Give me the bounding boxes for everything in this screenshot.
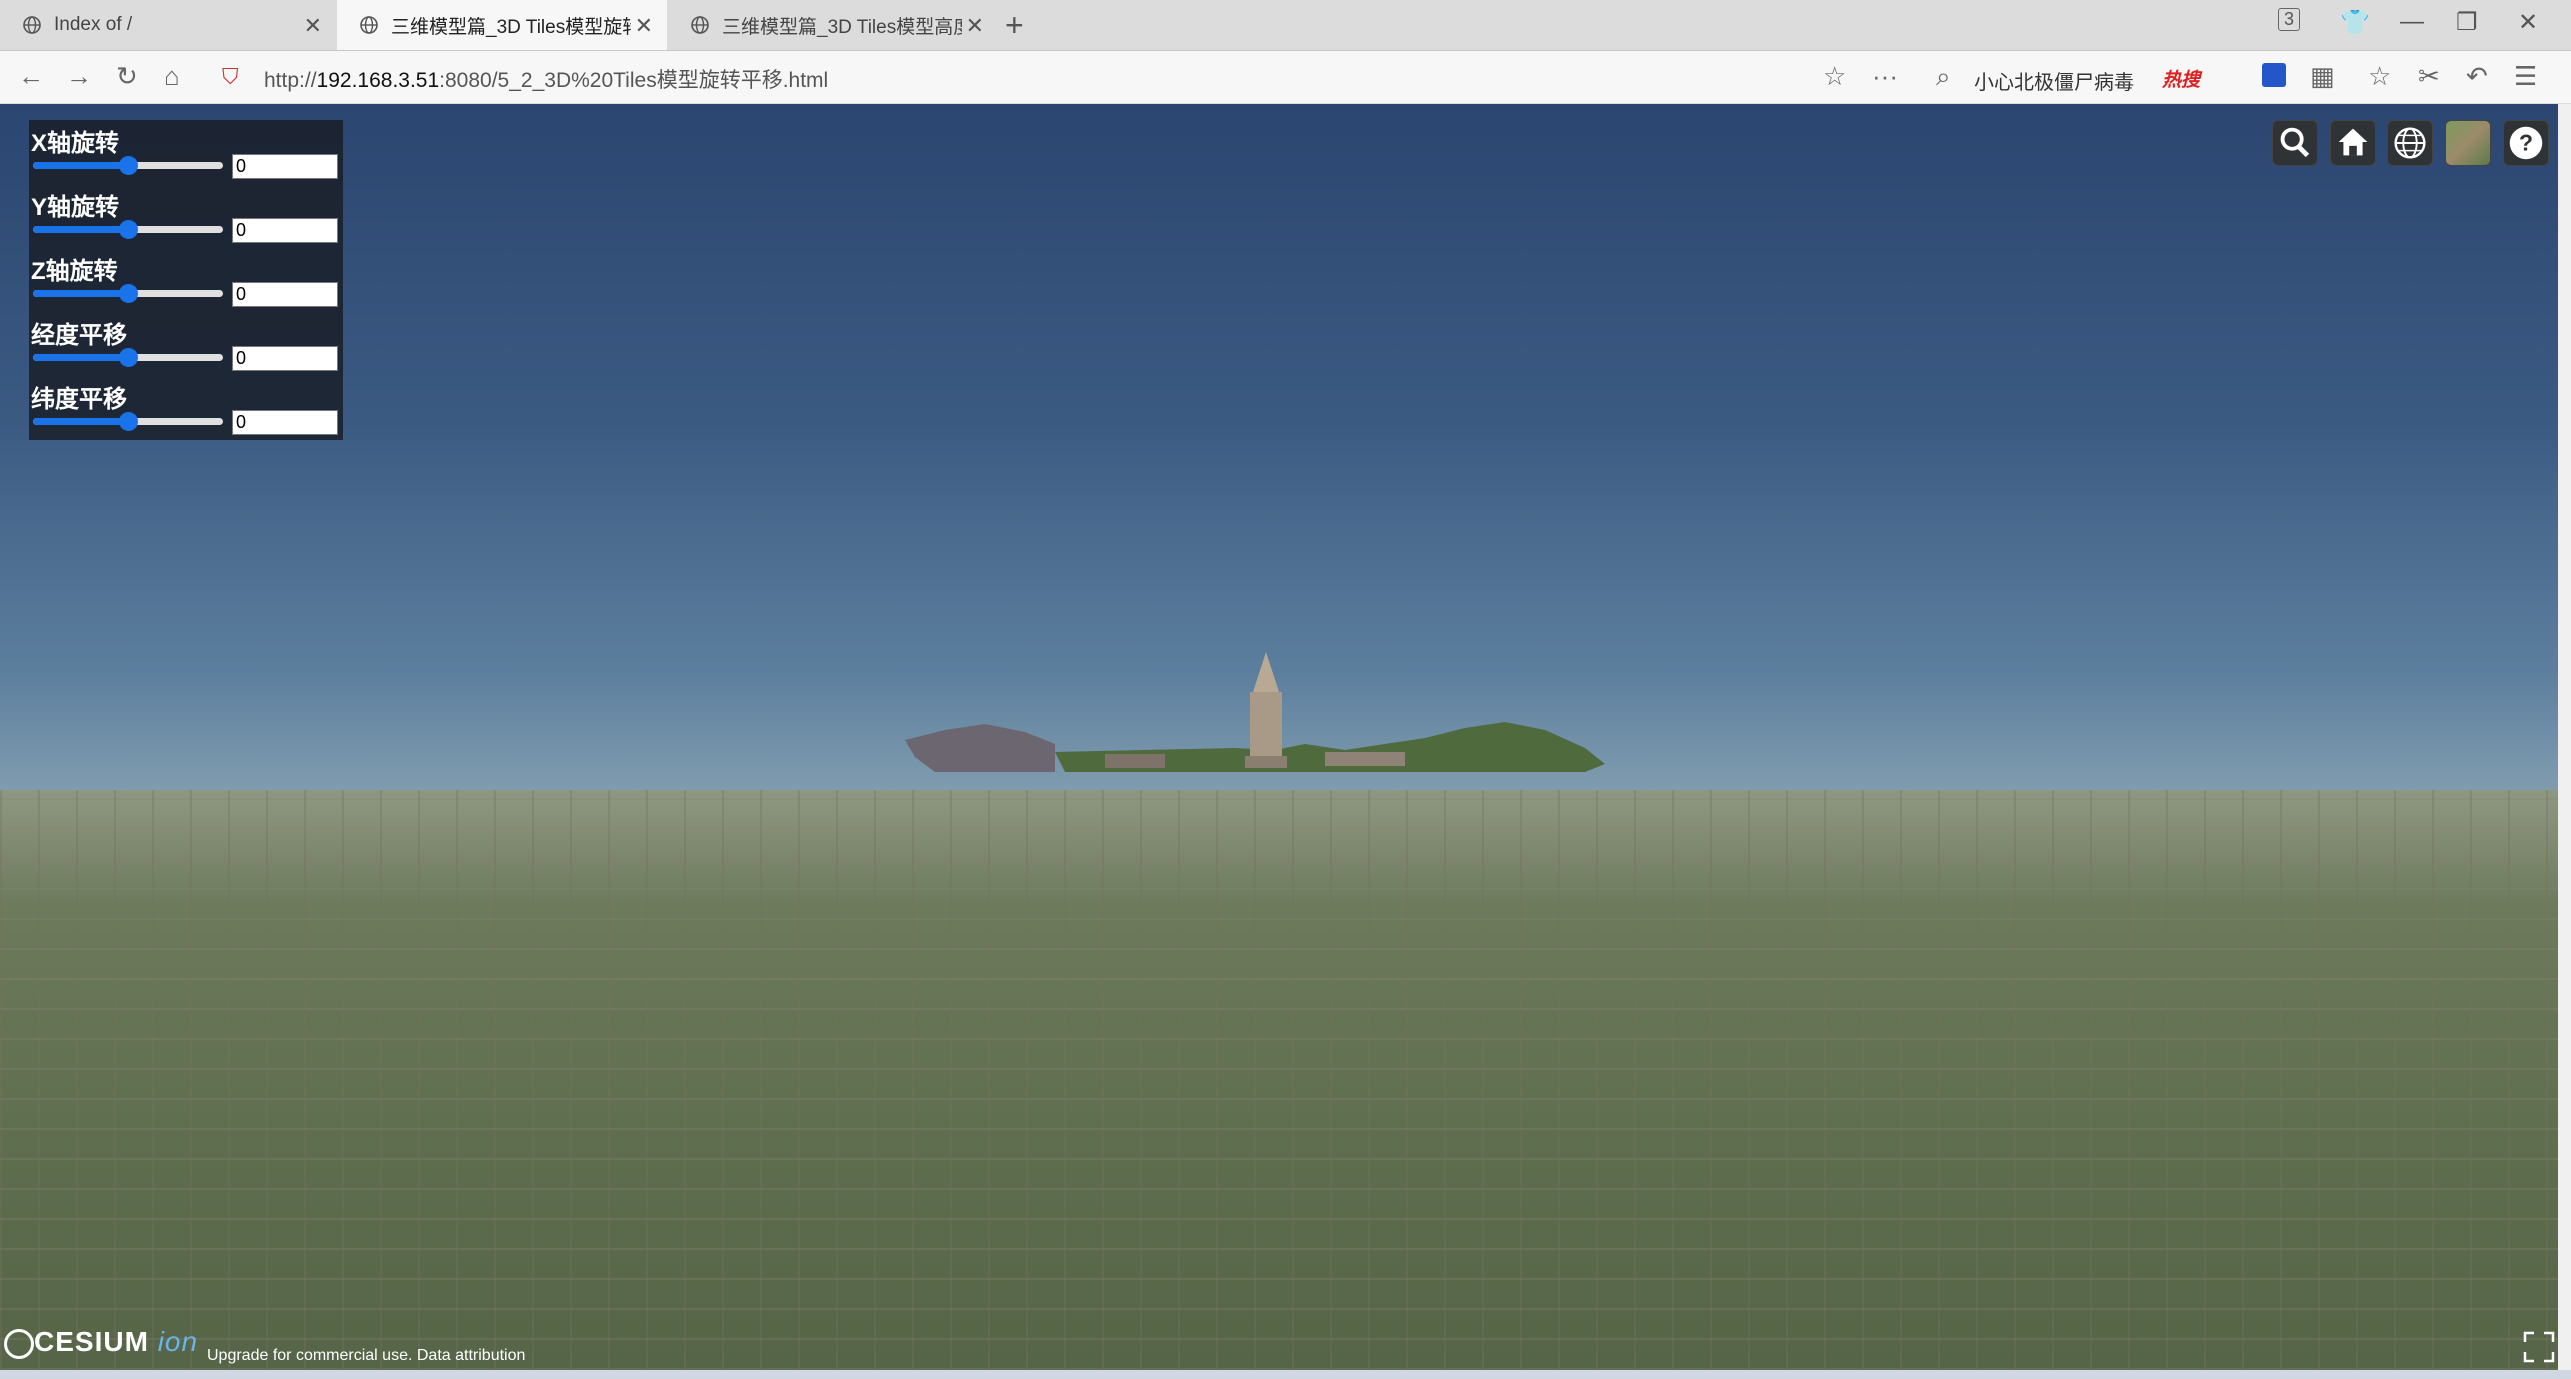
cesium-viewer[interactable] xyxy=(0,104,2558,1370)
slider-knob[interactable] xyxy=(119,156,138,175)
z-rotate-row: Z轴旋转 0 xyxy=(29,248,343,312)
slider-fill xyxy=(33,226,128,233)
more-icon[interactable]: ··· xyxy=(1872,61,1898,92)
x-rotate-label: X轴旋转 xyxy=(31,130,120,157)
home-icon xyxy=(2338,128,2368,156)
scene-mode-button[interactable] xyxy=(2387,120,2433,166)
extension-icon[interactable] xyxy=(2262,63,2286,87)
latitude-offset-label: 纬度平移 xyxy=(31,386,127,413)
home-icon[interactable]: ⌂ xyxy=(164,61,180,92)
y-rotate-label: Y轴旋转 xyxy=(31,194,120,221)
search-query: 小心北极僵尸病毒 xyxy=(1974,72,2134,94)
slider-fill xyxy=(33,354,128,361)
status-bar xyxy=(0,1370,2571,1379)
base-layer-picker-button[interactable] xyxy=(2445,120,2491,166)
shirt-icon[interactable]: 👕 xyxy=(2340,8,2370,37)
tab-count-badge[interactable]: 3 xyxy=(2278,8,2301,31)
latitude-offset-row: 纬度平移 0 xyxy=(29,376,343,440)
globe-icon xyxy=(691,16,709,34)
globe-icon xyxy=(360,16,378,34)
restore-button[interactable]: ❐ xyxy=(2456,8,2478,37)
insecure-shield-icon[interactable]: ⛉ xyxy=(222,64,239,90)
page-scrollbar[interactable] xyxy=(2558,104,2571,1370)
reload-icon[interactable]: ↻ xyxy=(116,61,138,92)
x-rotate-input[interactable]: 0 xyxy=(232,154,338,179)
help-icon: ? xyxy=(2509,126,2543,160)
tab-index[interactable]: Index of / ✕ xyxy=(0,0,336,50)
data-attribution-link[interactable]: Data attribution xyxy=(417,1347,526,1364)
slider-fill xyxy=(33,290,128,297)
apps-grid-icon[interactable]: ▦ xyxy=(2310,61,2335,92)
latitude-offset-input[interactable]: 0 xyxy=(232,410,338,435)
longitude-offset-input[interactable]: 0 xyxy=(232,346,338,371)
tab-title: 三维模型篇_3D Tiles模型高度 xyxy=(722,16,962,38)
fullscreen-icon[interactable] xyxy=(2522,1330,2556,1364)
menu-icon[interactable]: ☰ xyxy=(2514,61,2537,92)
slider-knob[interactable] xyxy=(119,348,138,367)
url-path: :8080/5_2_3D%20Tiles模型旋转平移.html xyxy=(439,69,829,92)
slider-knob[interactable] xyxy=(119,220,138,239)
search-icon: ⌕ xyxy=(1936,61,1951,91)
globe-icon xyxy=(23,16,41,34)
latitude-offset-slider[interactable] xyxy=(33,412,223,431)
slider-fill xyxy=(33,162,128,169)
address-bar[interactable]: http://192.168.3.51:8080/5_2_3D%20Tiles模… xyxy=(264,64,828,94)
longitude-offset-label: 经度平移 xyxy=(31,322,127,349)
close-icon[interactable]: ✕ xyxy=(966,13,984,39)
navigation-help-button[interactable]: ? xyxy=(2503,120,2549,166)
x-rotate-row: X轴旋转 0 xyxy=(29,120,343,184)
z-rotate-input[interactable]: 0 xyxy=(232,282,338,307)
tab-rotate[interactable]: 三维模型篇_3D Tiles模型旋转 ✕ xyxy=(337,0,667,50)
tab-strip: Index of / ✕ 三维模型篇_3D Tiles模型旋转 ✕ 三维模型篇_… xyxy=(0,0,2571,51)
3d-tiles-model xyxy=(905,652,1605,772)
tab-title: 三维模型篇_3D Tiles模型旋转 xyxy=(391,16,631,38)
y-rotate-input[interactable]: 0 xyxy=(232,218,338,243)
svg-text:?: ? xyxy=(2519,130,2533,156)
bookmark-star-icon[interactable]: ☆ xyxy=(1823,61,1846,92)
terrain-imagery xyxy=(0,790,2558,1370)
slider-knob[interactable] xyxy=(119,284,138,303)
home-view-button[interactable] xyxy=(2330,120,2376,166)
search-icon xyxy=(2280,127,2310,158)
back-icon[interactable]: ← xyxy=(18,61,44,92)
close-window-button[interactable]: ✕ xyxy=(2518,8,2538,37)
tab-height[interactable]: 三维模型篇_3D Tiles模型高度 ✕ xyxy=(668,0,998,50)
url-prefix: http:// xyxy=(264,69,317,92)
geocoder-search-button[interactable] xyxy=(2272,120,2318,166)
favorites-icon[interactable]: ☆ xyxy=(2368,61,2391,92)
z-rotate-label: Z轴旋转 xyxy=(31,258,118,285)
undo-icon[interactable]: ↶ xyxy=(2466,61,2488,92)
credit-bar: Upgrade for commercial use. Data attribu… xyxy=(207,1347,525,1365)
cesium-logo-icon xyxy=(4,1328,34,1359)
y-rotate-slider[interactable] xyxy=(33,220,223,239)
scissors-icon[interactable]: ✂ xyxy=(2418,61,2440,92)
close-icon[interactable]: ✕ xyxy=(635,13,653,39)
tab-title: Index of / xyxy=(54,14,133,35)
url-host: 192.168.3.51 xyxy=(316,69,440,92)
z-rotate-slider[interactable] xyxy=(33,284,223,303)
forward-icon[interactable]: → xyxy=(66,61,92,92)
new-tab-button[interactable]: + xyxy=(1005,7,1024,44)
globe-icon xyxy=(2394,127,2426,159)
cesium-logo-text: CESIUM xyxy=(34,1326,149,1357)
slider-fill xyxy=(33,418,128,425)
close-icon[interactable]: ✕ xyxy=(304,13,322,39)
upgrade-link[interactable]: Upgrade for commercial use. xyxy=(207,1347,412,1364)
y-rotate-row: Y轴旋转 0 xyxy=(29,184,343,248)
longitude-offset-slider[interactable] xyxy=(33,348,223,367)
navigation-bar: ← → ↻ ⌂ ⛉ http://192.168.3.51:8080/5_2_3… xyxy=(0,51,2571,104)
transform-control-panel: X轴旋转 0 Y轴旋转 0 Z轴旋转 0 经度平移 0 纬度平移 0 xyxy=(29,120,343,440)
x-rotate-slider[interactable] xyxy=(33,156,223,175)
ion-logo-text: ion xyxy=(157,1326,199,1357)
hot-search-badge[interactable]: 热搜 xyxy=(2162,65,2200,92)
minimize-button[interactable]: — xyxy=(2400,8,2424,36)
longitude-offset-row: 经度平移 0 xyxy=(29,312,343,376)
slider-knob[interactable] xyxy=(119,412,138,431)
cesium-ion-logo[interactable]: CESIUM ion xyxy=(4,1326,198,1359)
